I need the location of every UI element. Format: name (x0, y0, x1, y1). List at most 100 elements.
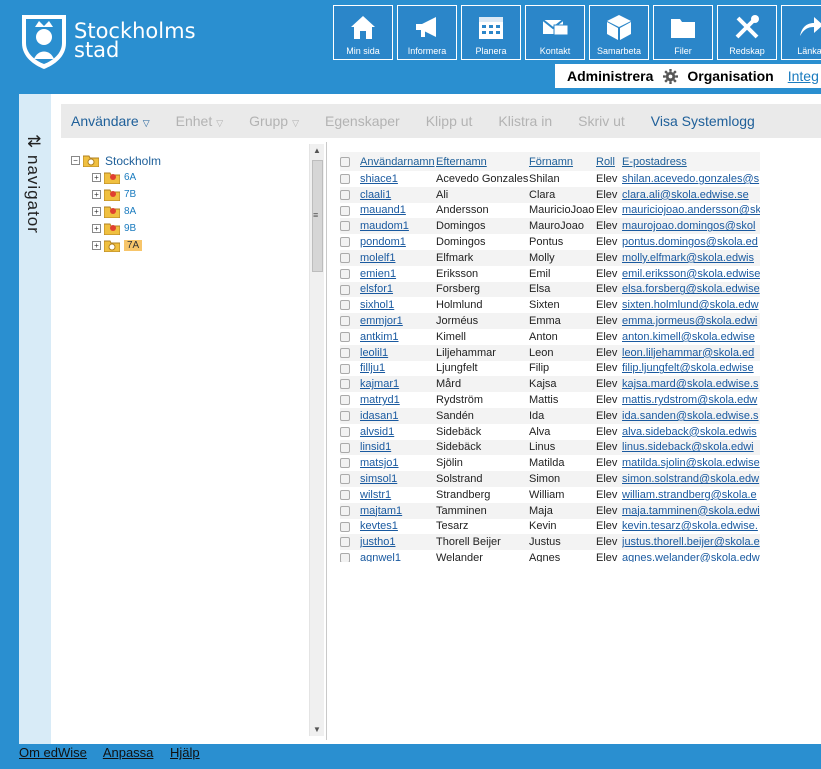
row-checkbox[interactable] (340, 173, 350, 184)
row-checkbox[interactable] (340, 537, 350, 548)
table-row[interactable]: claali1 Ali Clara Elev clara.ali@skola.edwis… (340, 186, 760, 203)
table-cell-username[interactable]: linsid1 (360, 439, 436, 456)
table-row[interactable]: leolil1 Liljehammar Leon Elev leon.liljehamm… (340, 344, 760, 361)
table-cell-username[interactable]: mauand1 (360, 203, 436, 219)
tree-node-selected[interactable]: + 7A (92, 237, 161, 254)
table-row[interactable]: shiace1 Acevedo Gonzales Shilan Elev shilan.… (340, 171, 760, 187)
table-row[interactable]: kevtes1 Tesarz Kevin Elev kevin.tesarz@skola… (340, 519, 760, 535)
row-checkbox[interactable] (340, 474, 350, 485)
table-cell-username[interactable]: alvsid1 (360, 424, 436, 440)
column-header-firstname[interactable]: Förnamn (529, 152, 596, 171)
tree-node-label[interactable]: 6A (124, 172, 136, 183)
table-row[interactable]: elsfor1 Forsberg Elsa Elev elsa.forsberg@sko… (340, 281, 760, 298)
row-checkbox[interactable] (340, 331, 350, 342)
table-row[interactable]: alvsid1 Sidebäck Alva Elev alva.sideback@sko… (340, 424, 760, 440)
row-checkbox[interactable] (340, 363, 350, 374)
anvandare-menu[interactable]: Användare ▽ (71, 113, 150, 129)
table-cell-email[interactable]: maja.tamminen@skola.edwi (622, 502, 760, 519)
scroll-up-icon[interactable]: ▲ (313, 146, 321, 155)
row-checkbox[interactable] (340, 189, 350, 200)
anpassa-link[interactable]: Anpassa (103, 745, 154, 760)
tile-redskap[interactable]: Redskap (717, 5, 777, 60)
row-checkbox[interactable] (340, 505, 350, 516)
table-cell-username[interactable]: leolil1 (360, 344, 436, 361)
table-cell-email[interactable]: agnes.welander@skola.edw (622, 550, 760, 562)
om-edwise-link[interactable]: Om edWise (19, 745, 87, 760)
table-cell-username[interactable]: emien1 (360, 266, 436, 282)
klipp-ut-button[interactable]: Klipp ut (426, 113, 473, 129)
table-row[interactable]: simsol1 Solstrand Simon Elev simon.solstrand… (340, 471, 760, 487)
table-cell-username[interactable]: simsol1 (360, 471, 436, 487)
tile-informera[interactable]: Informera (397, 5, 457, 60)
row-checkbox[interactable] (340, 237, 350, 248)
column-header-lastname[interactable]: Efternamn (436, 152, 529, 171)
table-row[interactable]: emmjor1 Jorméus Emma Elev emma.jormeus@skola… (340, 313, 760, 329)
tile-planera[interactable]: Planera (461, 5, 521, 60)
table-row[interactable]: pondom1 Domingos Pontus Elev pontus.domingos… (340, 234, 760, 250)
table-cell-username[interactable]: sixhol1 (360, 297, 436, 313)
table-cell-email[interactable]: simon.solstrand@skola.edw (622, 471, 760, 487)
swap-arrows-icon[interactable]: ⇅ (24, 134, 43, 149)
tile-samarbeta[interactable]: Samarbeta (589, 5, 649, 60)
expand-icon[interactable]: + (92, 190, 101, 199)
tree-node-root[interactable]: − Stockholm (71, 152, 161, 169)
enhet-menu[interactable]: Enhet ▽ (176, 113, 224, 129)
table-cell-email[interactable]: elsa.forsberg@skola.edwise (622, 281, 760, 298)
table-cell-email[interactable]: justus.thorell.beijer@skola.e (622, 534, 760, 551)
organisation-link[interactable]: Organisation (687, 68, 773, 84)
table-cell-username[interactable]: antkim1 (360, 329, 436, 345)
table-cell-email[interactable]: molly.elfmark@skola.edwis (622, 249, 760, 266)
table-cell-username[interactable]: matsjo1 (360, 455, 436, 471)
administrera-link[interactable]: Administrera (567, 68, 653, 84)
table-cell-email[interactable]: clara.ali@skola.edwise.se (622, 186, 760, 203)
row-checkbox[interactable] (340, 553, 350, 562)
table-cell-username[interactable]: wilstr1 (360, 487, 436, 503)
tree-node-label[interactable]: 7B (124, 189, 136, 200)
table-row[interactable]: wilstr1 Strandberg William Elev william.stra… (340, 487, 760, 503)
scroll-down-icon[interactable]: ▼ (313, 725, 321, 734)
row-checkbox[interactable] (340, 521, 350, 532)
table-cell-email[interactable]: william.strandberg@skola.e (622, 487, 760, 503)
tile-kontakt[interactable]: Kontakt (525, 5, 585, 60)
row-checkbox[interactable] (340, 316, 350, 327)
expand-icon[interactable]: + (92, 241, 101, 250)
row-checkbox[interactable] (340, 300, 350, 311)
table-cell-email[interactable]: leon.liljehammar@skola.ed (622, 344, 760, 361)
table-cell-email[interactable]: kajsa.mard@skola.edwise.s (622, 376, 760, 393)
table-row[interactable]: molelf1 Elfmark Molly Elev molly.elfmark@sko… (340, 249, 760, 266)
city-logo[interactable]: Stockholms stad (18, 10, 198, 72)
table-cell-email[interactable]: mattis.rydstrom@skola.edw (622, 392, 760, 408)
row-checkbox[interactable] (340, 379, 350, 390)
skriv-ut-button[interactable]: Skriv ut (578, 113, 625, 129)
tree-node[interactable]: + 9B (92, 220, 161, 237)
table-cell-username[interactable]: fillju1 (360, 361, 436, 377)
table-row[interactable]: emien1 Eriksson Emil Elev emil.eriksson@skol… (340, 266, 760, 282)
table-row[interactable]: antkim1 Kimell Anton Elev anton.kimell@skola… (340, 329, 760, 345)
hjalp-link[interactable]: Hjälp (170, 745, 200, 760)
tile-filer[interactable]: Filer (653, 5, 713, 60)
table-row[interactable]: majtam1 Tamminen Maja Elev maja.tamminen@sko… (340, 502, 760, 519)
table-cell-username[interactable]: agnwel1 (360, 550, 436, 562)
tree-node-label[interactable]: Stockholm (105, 154, 161, 168)
table-cell-email[interactable]: anton.kimell@skola.edwise (622, 329, 760, 345)
column-header-role[interactable]: Roll (596, 152, 622, 171)
tree-node-label[interactable]: 8A (124, 206, 136, 217)
row-checkbox[interactable] (340, 205, 350, 216)
row-checkbox[interactable] (340, 426, 350, 437)
tree-node-label[interactable]: 9B (124, 223, 136, 234)
column-header-username[interactable]: Användarnamn (360, 152, 436, 171)
table-cell-email[interactable]: ida.sanden@skola.edwise.s (622, 407, 760, 424)
table-cell-username[interactable]: maudom1 (360, 218, 436, 235)
table-row[interactable]: mauand1 Andersson MauricioJoao Elev mauricio… (340, 203, 760, 219)
table-cell-email[interactable]: linus.sideback@skola.edwi (622, 439, 760, 456)
tile-min-sida[interactable]: Min sida (333, 5, 393, 60)
table-row[interactable]: maudom1 Domingos MauroJoao Elev maurojoao.do… (340, 218, 760, 235)
table-cell-username[interactable]: idasan1 (360, 407, 436, 424)
table-cell-email[interactable]: emma.jormeus@skola.edwi (622, 313, 760, 329)
row-checkbox[interactable] (340, 221, 350, 232)
row-checkbox[interactable] (340, 395, 350, 406)
table-cell-email[interactable]: mauriciojoao.andersson@sk (622, 203, 760, 219)
table-cell-username[interactable]: majtam1 (360, 502, 436, 519)
table-cell-username[interactable]: justho1 (360, 534, 436, 551)
table-cell-username[interactable]: matryd1 (360, 392, 436, 408)
